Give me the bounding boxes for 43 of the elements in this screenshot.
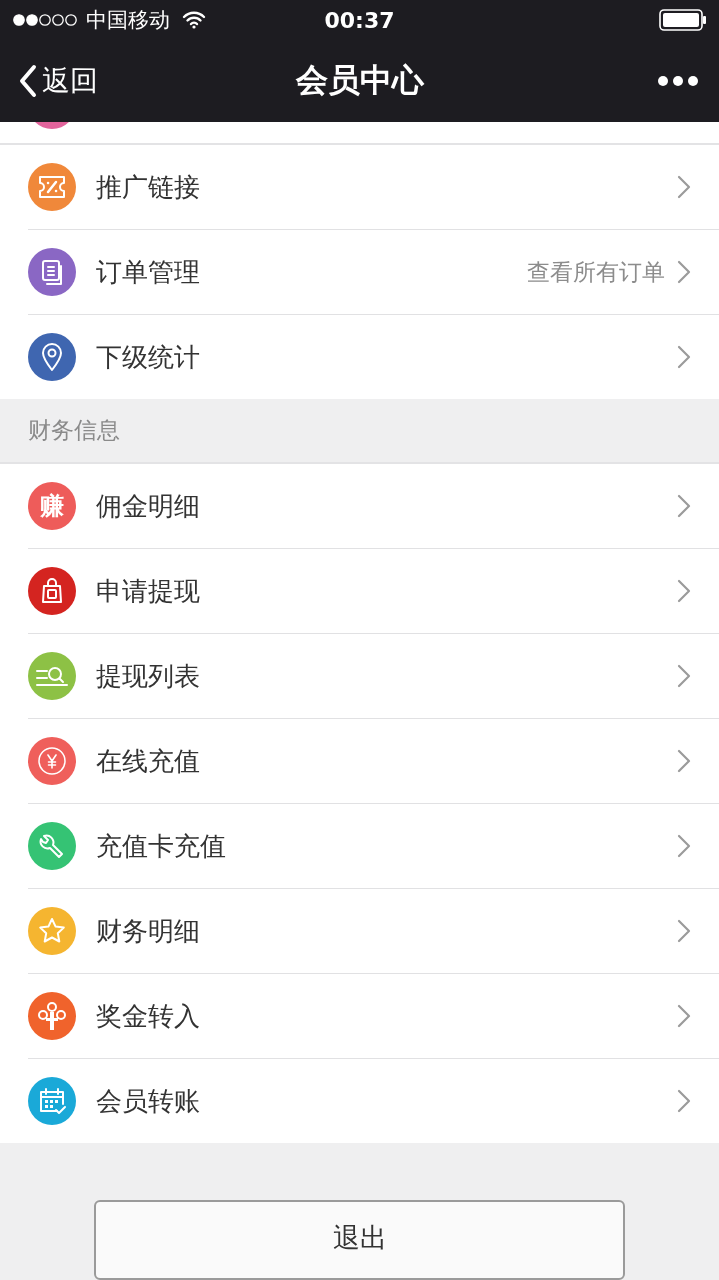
menu-item[interactable]: 会员转账 — [28, 1058, 719, 1143]
chevron-right-icon — [677, 345, 691, 369]
menu-item[interactable]: 在线充值 — [28, 718, 719, 803]
menu-item[interactable]: 奖金转入 — [28, 973, 719, 1058]
menu-item-label: 充值卡充值 — [96, 829, 226, 863]
battery-icon — [659, 9, 707, 31]
menu-item-label: 推广链接 — [96, 170, 200, 204]
menu-item[interactable]: 推广链接 — [28, 145, 719, 229]
clock-time: 00:37 — [324, 7, 395, 33]
menu-item-label: 在线充值 — [96, 744, 200, 778]
logout-button[interactable]: 退出 — [94, 1200, 625, 1280]
chevron-right-icon — [677, 919, 691, 943]
menu-item[interactable]: 充值卡充值 — [28, 803, 719, 888]
chevron-right-icon — [677, 494, 691, 518]
menu-item-label: 提现列表 — [96, 659, 200, 693]
menu-item[interactable]: 赚 佣金明细 — [28, 464, 719, 548]
chevron-right-icon — [677, 1004, 691, 1028]
menu-item-label: 申请提现 — [96, 574, 200, 608]
icon-glyph: 赚 — [40, 491, 64, 522]
chevron-right-icon — [677, 749, 691, 773]
menu-item-label: 订单管理 — [96, 255, 200, 289]
chevron-right-icon — [677, 664, 691, 688]
menu-item-label: 下级统计 — [96, 340, 200, 374]
chevron-right-icon — [677, 175, 691, 199]
back-button[interactable]: 返回 — [18, 62, 98, 100]
menu-item-label: 财务明细 — [96, 914, 200, 948]
signal-strength-icon — [12, 13, 78, 27]
menu-item-detail: 查看所有订单 — [527, 257, 665, 287]
chevron-right-icon — [677, 834, 691, 858]
menu-item[interactable]: 申请提现 — [28, 548, 719, 633]
menu-item-label: 会员转账 — [96, 1084, 200, 1118]
page-title: 会员中心 — [295, 60, 424, 101]
back-chevron-icon[interactable] — [18, 64, 38, 98]
chevron-right-icon — [677, 1089, 691, 1113]
menu-item-label: 佣金明细 — [96, 489, 200, 523]
menu-item[interactable]: 订单管理 查看所有订单 — [28, 229, 719, 314]
menu-item[interactable]: 提现列表 — [28, 633, 719, 718]
menu-item-label: 奖金转入 — [96, 999, 200, 1033]
wifi-icon — [182, 11, 206, 29]
chevron-right-icon — [677, 579, 691, 603]
carrier-name: 中国移动 — [86, 7, 170, 34]
menu-item[interactable]: 财务明细 — [28, 888, 719, 973]
chevron-right-icon — [677, 260, 691, 284]
